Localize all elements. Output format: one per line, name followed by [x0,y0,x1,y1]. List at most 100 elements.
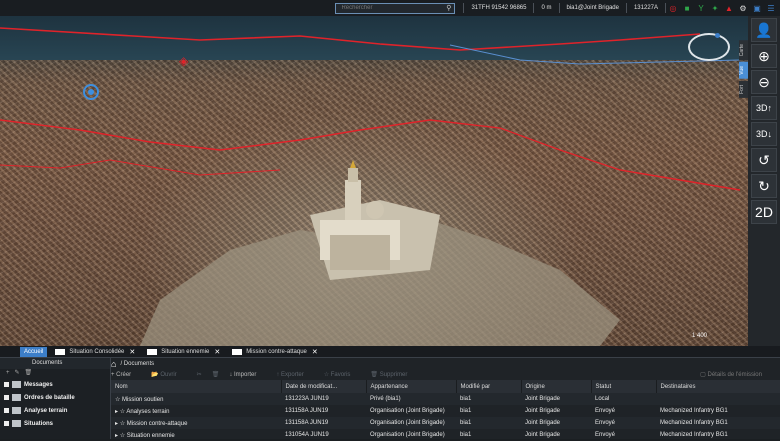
star-icon[interactable]: ☆ [120,421,127,427]
person-icon[interactable]: 👤 [751,18,777,42]
cell-name: ▸ ☆ Situation ennemie [111,429,281,441]
side-tab-vue[interactable]: Vue [739,62,748,79]
breadcrumb: ⌂ / Documents [111,358,780,369]
column-header[interactable]: Nom [111,380,282,393]
open-button[interactable]: 📂 Ouvrir [151,371,186,378]
tree-item-label: Situations [24,420,54,427]
trash-icon[interactable]: 🗑 [212,371,220,378]
table-row[interactable]: ☆ Mission soutien 131223A JUN19 Privé (b… [111,393,780,405]
checkbox[interactable] [4,395,9,400]
cell-owner: Privé (bia1) [366,393,456,405]
emission-detail-button[interactable]: ▢ Détails de l'émission [700,371,772,378]
menu-icon[interactable]: ☰ [766,3,776,13]
import-button[interactable]: ↓ Importer [229,372,266,378]
documents-view: ⌂ / Documents + Créer 📂 Ouvrir ✂ 🗑 ↓ Impo… [111,358,780,439]
close-icon[interactable]: ✕ [129,348,135,356]
checkbox[interactable] [4,408,9,413]
folder-icon [12,394,21,401]
friendly-unit-marker[interactable] [83,84,99,100]
close-icon[interactable]: ✕ [312,348,318,356]
search-input[interactable] [339,4,444,12]
table-row[interactable]: ▸ ☆ Analyses terrain 131158A JUN19 Organ… [111,405,780,417]
rotate-left-icon[interactable]: ↺ [751,148,777,172]
tree-item-messages[interactable]: Messages [0,378,110,391]
folder-icon [12,381,21,388]
tab-mission-contre-attaque[interactable]: Mission contre-attaque ✕ [228,347,322,357]
antenna-icon[interactable]: Y [696,3,706,13]
tab-accueil[interactable]: Accueil [20,346,48,357]
2d-view-button[interactable]: 2D [751,200,777,224]
delete-button[interactable]: 🗑 Supprimer [370,371,417,378]
tree-item-ordres[interactable]: Ordres de bataille [0,391,110,404]
tab-situation-ennemie[interactable]: Situation ennemie ✕ [143,347,224,357]
time-readout: 131227A [633,5,658,11]
rotate-right-icon[interactable]: ↻ [751,174,777,198]
cell-date: 131158A JUN19 [281,417,366,429]
column-header[interactable]: Date de modificat... [281,380,367,393]
cell-name-text: Mission soutien [122,396,164,403]
close-icon[interactable]: ✕ [214,348,220,356]
cut-icon[interactable]: ✂ [197,371,202,378]
tree-item-situations[interactable]: Situations [0,417,110,430]
altitude-readout: 0 m [541,5,552,11]
checkbox[interactable] [4,382,9,387]
tab-doc-icon [55,348,66,355]
create-button[interactable]: + Créer [111,372,141,378]
cell-origin: Joint Brigade [525,432,561,438]
rotate-3d-down-icon[interactable]: 3D↓ [751,122,777,146]
table-row[interactable]: ▸ ☆ Situation ennemie 131054A JUN19 Orga… [111,429,780,441]
cell-status: Envoyé [595,432,616,438]
tab-doc-icon [232,348,243,355]
target-icon[interactable]: ◎ [668,3,678,13]
tree-item-label: Ordres de bataille [24,394,75,401]
table-row[interactable]: ▸ ☆ Mission contre-attaque 131158A JUN19… [111,417,780,429]
tree-item-analyse[interactable]: Analyse terrain [0,404,110,417]
map-scale: 1 400 [692,333,708,339]
monitor-icon[interactable]: ▣ [752,3,762,13]
column-header[interactable]: Appartenance [366,380,457,393]
star-icon[interactable]: ☆ [115,397,122,403]
cell-status: Envoyé [591,417,656,429]
column-header[interactable]: Origine [521,380,592,393]
favorite-button[interactable]: ☆ Favoris [324,371,361,378]
enemy-unit-marker[interactable]: ◈ [179,55,191,67]
tab-situation-consolidee[interactable]: Situation Consolidée ✕ [51,347,139,357]
favorite-label: Favoris [330,372,351,378]
search-box[interactable]: ⚲ [335,2,456,14]
cell-origin: Joint Brigade [525,408,561,414]
unit-icon[interactable]: ■ [682,3,692,13]
export-button[interactable]: ↑ Exporter [276,372,313,378]
folder-tree: Documents + ✎ 🗑 Messages Ordres de batai… [0,358,111,439]
document-tabs: Accueil Situation Consolidée ✕ Situation … [0,346,780,358]
import-label: Importer [234,371,257,378]
tab-label: Mission contre-attaque [246,348,307,355]
compass-ring[interactable] [688,33,730,61]
side-tab-fort[interactable]: Fort [739,80,748,98]
tree-item-label: Messages [24,381,53,388]
create-label: Créer [116,371,132,378]
home-icon[interactable]: ⌂ [111,359,116,369]
zoom-out-icon[interactable]: ⊖ [751,70,777,94]
breadcrumb-item[interactable]: Documents [124,361,154,367]
tab-doc-icon [147,348,158,355]
folder-icon [12,420,21,427]
column-header[interactable]: Statut [591,380,657,393]
side-tab-carte[interactable]: Carte [739,40,748,61]
settings-icon[interactable]: ⚙ [738,3,748,13]
cell-name-text: Situation ennemie [126,432,175,439]
cell-name: ▸ ☆ Analyses terrain [111,405,281,417]
signal-icon[interactable]: ✦ [710,3,720,13]
map-3d-view[interactable]: ◈ 1 400 [0,0,748,346]
column-header[interactable]: Destinataires [656,380,780,393]
zoom-in-icon[interactable]: ⊕ [751,44,777,68]
column-header[interactable]: Modifié par [456,380,522,393]
rotate-3d-up-icon[interactable]: 3D↑ [751,96,777,120]
star-icon[interactable]: ☆ [120,433,127,439]
tab-label: Accueil [24,348,44,355]
search-icon[interactable]: ⚲ [446,4,451,12]
user-label[interactable]: bia1@Joint Brigade [567,5,619,11]
delete-label: Supprimer [379,372,408,378]
map-navigation-bar: 👤 ⊕ ⊖ 3D↑ 3D↓ ↺ ↻ 2D [748,16,780,346]
checkbox[interactable] [4,421,9,426]
alert-icon[interactable]: ▲ [724,3,734,13]
